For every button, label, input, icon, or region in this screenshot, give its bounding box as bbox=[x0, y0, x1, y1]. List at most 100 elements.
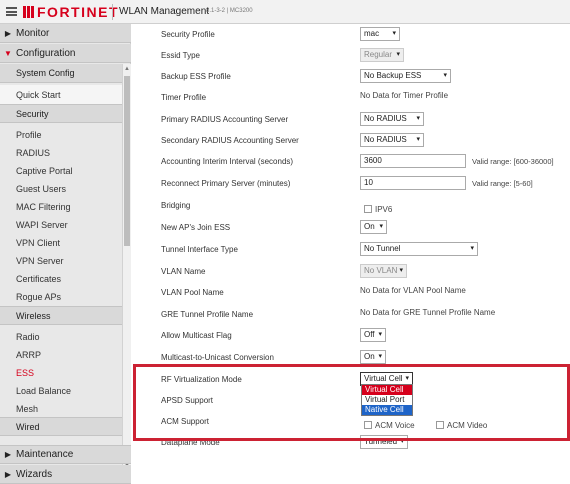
sidebar: ▶ Monitor ▼ Configuration System Config … bbox=[0, 24, 131, 484]
fortinet-logo: FORTINET bbox=[23, 3, 119, 21]
caret-down-icon: ▾ bbox=[399, 267, 403, 274]
scrollbar-thumb[interactable] bbox=[124, 76, 130, 246]
row-primary-radius: Primary RADIUS Accounting Server No RADI… bbox=[131, 112, 570, 132]
nav-wireless-arrp[interactable]: ARRP bbox=[0, 346, 122, 364]
nav-security-vpn-server[interactable]: VPN Server bbox=[0, 252, 122, 270]
row-gre-tunnel: GRE Tunnel Profile Name No Data for GRE … bbox=[131, 307, 570, 327]
caret-down-icon: ▾ bbox=[443, 72, 447, 79]
rf-virt-option-native-cell[interactable]: Native Cell bbox=[362, 405, 412, 415]
tunnel-iface-select[interactable]: No Tunnel ▾ bbox=[360, 242, 478, 256]
acct-interval-input[interactable]: 3600 bbox=[360, 154, 466, 168]
label-vlan-pool: VLAN Pool Name bbox=[161, 288, 224, 297]
rf-virt-dropdown[interactable]: Virtual Cell Virtual Port Native Cell bbox=[361, 384, 413, 416]
row-secondary-radius: Secondary RADIUS Accounting Server No RA… bbox=[131, 133, 570, 153]
nav-security-guest-users[interactable]: Guest Users bbox=[0, 180, 122, 198]
nav-system-config[interactable]: System Config bbox=[0, 64, 122, 83]
menu-icon[interactable] bbox=[6, 7, 17, 16]
reconnect-input[interactable]: 10 bbox=[360, 176, 466, 190]
nav-security-rogue-aps[interactable]: Rogue APs bbox=[0, 288, 122, 306]
label-primary-radius: Primary RADIUS Accounting Server bbox=[161, 115, 289, 124]
label-gre-tunnel: GRE Tunnel Profile Name bbox=[161, 310, 254, 319]
scroll-up-icon[interactable]: ▲ bbox=[124, 66, 130, 72]
sidebar-scrollbar[interactable]: ▲ ▼ bbox=[122, 64, 131, 470]
row-reconnect: Reconnect Primary Server (minutes) 10 Va… bbox=[131, 176, 570, 196]
secondary-radius-select[interactable]: No RADIUS ▾ bbox=[360, 133, 424, 147]
label-acct-interval: Accounting Interim Interval (seconds) bbox=[161, 157, 294, 166]
row-bridging: Bridging IPV6 bbox=[131, 199, 570, 219]
nav-security-wapi-server[interactable]: WAPI Server bbox=[0, 216, 122, 234]
label-timer-profile: Timer Profile bbox=[161, 93, 207, 102]
caret-down-icon: ▾ bbox=[392, 30, 396, 37]
nav-configuration[interactable]: ▼ Configuration bbox=[0, 44, 131, 63]
rf-virt-option-virtual-cell[interactable]: Virtual Cell bbox=[362, 385, 412, 395]
app-version: 8.1-3-2 | MC3200 bbox=[206, 8, 253, 14]
ipv6-checkbox[interactable] bbox=[364, 205, 372, 213]
caret-down-icon: ▾ bbox=[396, 51, 400, 58]
highlight-box bbox=[133, 364, 570, 441]
caret-down-icon: ▾ bbox=[470, 245, 474, 252]
reconnect-hint: Valid range: [5-60] bbox=[472, 179, 533, 188]
caret-down-icon: ▾ bbox=[378, 353, 382, 360]
nav-quick-start[interactable]: Quick Start bbox=[0, 85, 122, 105]
label-essid-type: Essid Type bbox=[161, 51, 200, 60]
nav-security-radius[interactable]: RADIUS bbox=[0, 144, 122, 162]
row-backup-ess: Backup ESS Profile No Backup ESS ▾ bbox=[131, 69, 570, 89]
label-tunnel-iface: Tunnel Interface Type bbox=[161, 245, 238, 254]
ipv6-label: IPV6 bbox=[375, 205, 393, 214]
acct-interval-hint: Valid range: [600-36000] bbox=[472, 157, 554, 166]
caret-down-icon: ▾ bbox=[378, 331, 382, 338]
vlan-name-select[interactable]: No VLAN ▾ bbox=[360, 264, 407, 278]
label-reconnect: Reconnect Primary Server (minutes) bbox=[161, 179, 291, 188]
security-profile-select[interactable]: mac ▾ bbox=[360, 27, 400, 41]
new-ap-join-select[interactable]: On ▾ bbox=[360, 220, 387, 234]
caret-down-icon: ▾ bbox=[416, 115, 420, 122]
label-mc-to-uc: Multicast-to-Unicast Conversion bbox=[161, 353, 274, 362]
label-vlan-name: VLAN Name bbox=[161, 267, 206, 276]
timer-profile-value: No Data for Timer Profile bbox=[360, 91, 449, 100]
label-backup-ess: Backup ESS Profile bbox=[161, 72, 231, 81]
caret-down-icon: ▾ bbox=[416, 136, 420, 143]
row-essid-type: Essid Type Regular ▾ bbox=[131, 48, 570, 68]
essid-type-select[interactable]: Regular ▾ bbox=[360, 48, 404, 62]
nav-monitor[interactable]: ▶ Monitor bbox=[0, 24, 131, 43]
nav-security-captive-portal[interactable]: Captive Portal bbox=[0, 162, 122, 180]
fortinet-logo-mark bbox=[23, 6, 35, 18]
chevron-right-icon: ▶ bbox=[4, 450, 12, 459]
nav-wireless[interactable]: Wireless bbox=[0, 306, 122, 325]
primary-radius-select[interactable]: No RADIUS ▾ bbox=[360, 112, 424, 126]
nav-maintenance[interactable]: ▶ Maintenance bbox=[0, 445, 131, 464]
nav-wireless-ess[interactable]: ESS bbox=[0, 364, 122, 382]
nav-wired[interactable]: Wired bbox=[0, 417, 122, 436]
rf-virt-option-virtual-port[interactable]: Virtual Port bbox=[362, 395, 412, 405]
label-security-profile: Security Profile bbox=[161, 30, 215, 39]
row-vlan-pool: VLAN Pool Name No Data for VLAN Pool Nam… bbox=[131, 285, 570, 305]
row-timer-profile: Timer Profile No Data for Timer Profile bbox=[131, 90, 570, 110]
nav-security[interactable]: Security bbox=[0, 104, 122, 123]
nav-wireless-load-balance[interactable]: Load Balance bbox=[0, 382, 122, 400]
row-allow-multicast: Allow Multicast Flag Off ▾ bbox=[131, 328, 570, 348]
row-acct-interval: Accounting Interim Interval (seconds) 36… bbox=[131, 154, 570, 174]
backup-ess-select[interactable]: No Backup ESS ▾ bbox=[360, 69, 451, 83]
label-bridging: Bridging bbox=[161, 201, 191, 210]
top-bar: FORTINET WLAN Management 8.1-3-2 | MC320… bbox=[0, 0, 570, 24]
nav-security-mac-filtering[interactable]: MAC Filtering bbox=[0, 198, 122, 216]
nav-wizards[interactable]: ▶ Wizards bbox=[0, 465, 131, 484]
nav-wireless-mesh[interactable]: Mesh bbox=[0, 400, 122, 418]
nav-security-profile[interactable]: Profile bbox=[0, 126, 122, 144]
vlan-pool-value: No Data for VLAN Pool Name bbox=[360, 286, 466, 295]
row-security-profile: Security Profile mac ▾ bbox=[131, 27, 570, 47]
nav-security-vpn-client[interactable]: VPN Client bbox=[0, 234, 122, 252]
allow-multicast-select[interactable]: Off ▾ bbox=[360, 328, 386, 342]
chevron-right-icon: ▶ bbox=[4, 469, 12, 479]
chevron-down-icon: ▼ bbox=[4, 48, 12, 58]
label-secondary-radius: Secondary RADIUS Accounting Server bbox=[161, 136, 299, 145]
mc-to-uc-select[interactable]: On ▾ bbox=[360, 350, 386, 364]
caret-down-icon: ▾ bbox=[379, 223, 383, 230]
chevron-right-icon: ▶ bbox=[4, 28, 12, 38]
app-title: WLAN Management bbox=[119, 6, 210, 17]
header-divider bbox=[112, 4, 113, 20]
row-new-ap-join: New AP's Join ESS On ▾ bbox=[131, 220, 570, 240]
label-allow-multicast: Allow Multicast Flag bbox=[161, 331, 232, 340]
nav-wireless-radio[interactable]: Radio bbox=[0, 328, 122, 346]
nav-security-certificates[interactable]: Certificates bbox=[0, 270, 122, 288]
